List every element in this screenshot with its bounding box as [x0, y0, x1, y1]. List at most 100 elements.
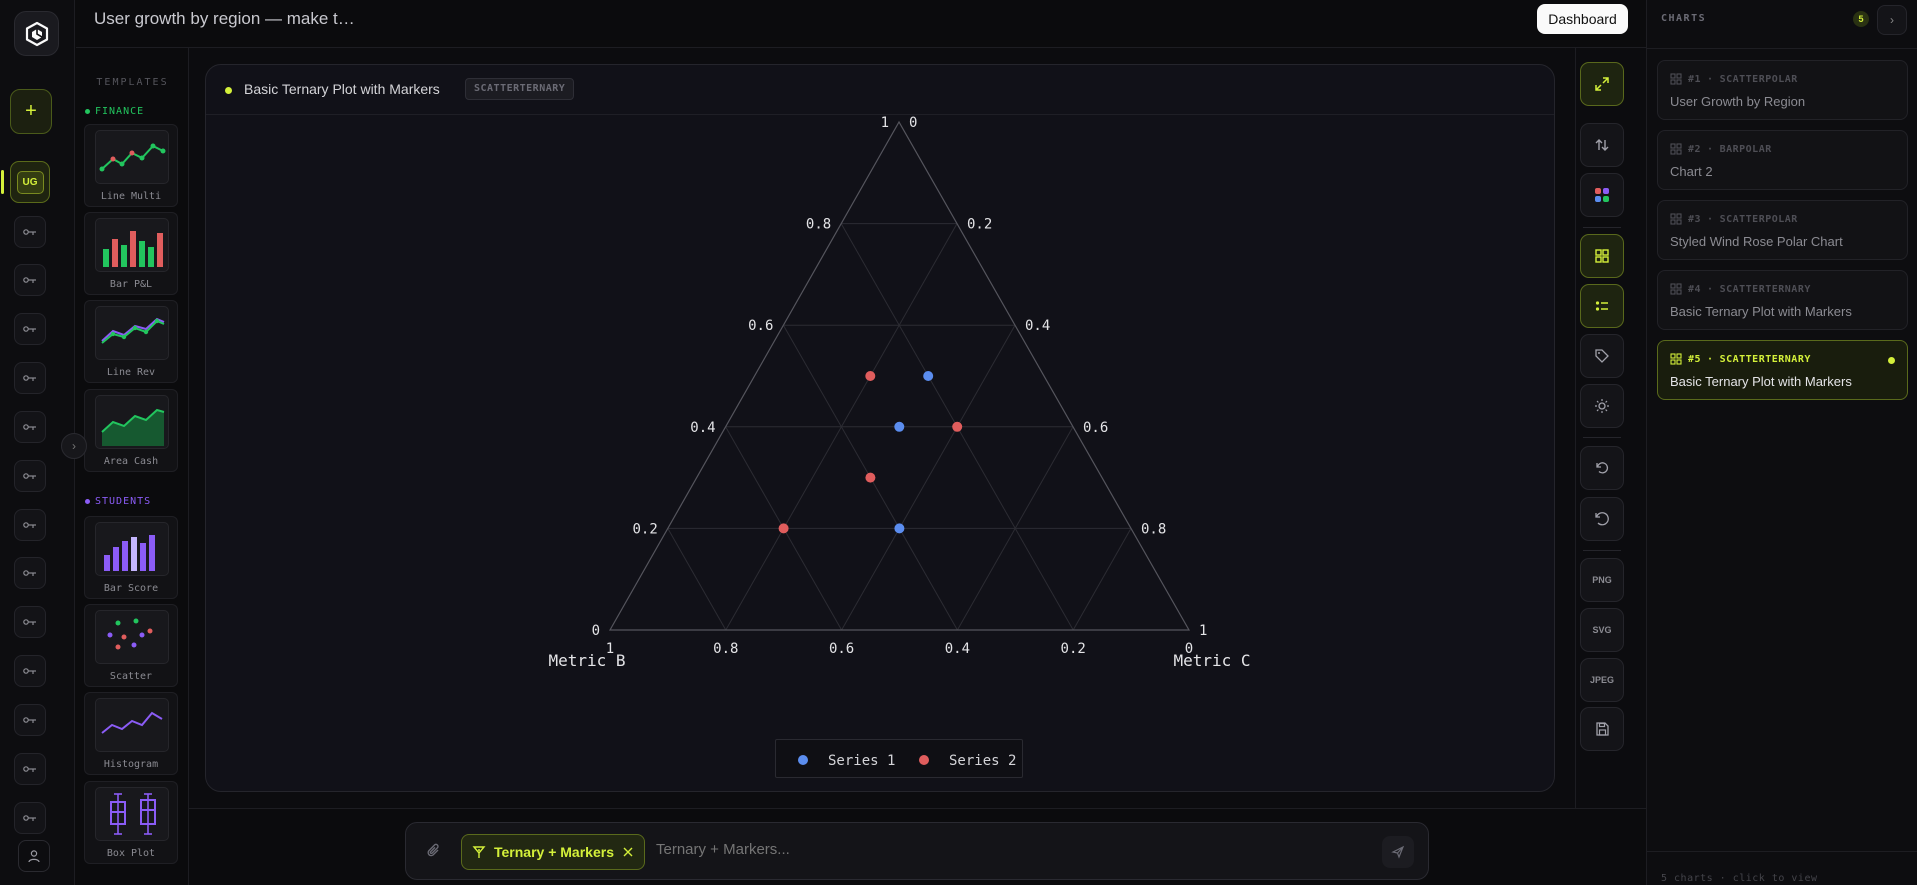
chart-list-item[interactable]: #2 · BARPOLAR Chart 2	[1657, 130, 1908, 190]
legend-toggle-button[interactable]	[1580, 284, 1624, 328]
c-axis-tick: 0.8	[1141, 521, 1166, 537]
chart-list-item[interactable]: #3 · SCATTERPOLAR Styled Wind Rose Polar Ch…	[1657, 200, 1908, 260]
legend-marker[interactable]	[919, 755, 929, 765]
divider	[1647, 48, 1917, 49]
tools-divider	[1583, 227, 1621, 228]
chart-list-item[interactable]: #4 · SCATTERTERNARY Basic Ternary Plot with…	[1657, 270, 1908, 330]
undo-icon	[1596, 462, 1609, 474]
b-axis-title: Metric B	[548, 651, 625, 670]
chart-item-meta: #3 · SCATTERPOLAR	[1670, 213, 1798, 225]
chart-type-icon	[472, 846, 486, 858]
charts-panel-title: CHARTS	[1661, 13, 1707, 24]
chart-item-type: BARPOLAR	[1719, 143, 1772, 155]
separator: ·	[1707, 213, 1714, 225]
c-axis-tick: 0	[909, 115, 917, 131]
export-svg-label: SVG	[1592, 625, 1612, 635]
series-2-point	[952, 421, 963, 432]
prompt-input[interactable]	[656, 841, 1256, 858]
a-axis-tick: 0.4	[690, 420, 715, 436]
series-1-point	[894, 421, 905, 432]
undo-button[interactable]	[1580, 446, 1624, 490]
tag-icon	[1595, 349, 1609, 363]
palette-icon	[1595, 188, 1609, 202]
b-axis-tick: 0.4	[945, 641, 970, 657]
grid-icon	[1670, 353, 1682, 365]
labels-button[interactable]	[1580, 334, 1624, 378]
sun-icon	[1595, 399, 1609, 413]
grid-icon	[1670, 73, 1682, 85]
c-axis-tick: 1	[1199, 623, 1207, 639]
ternary-outline	[608, 120, 1191, 631]
export-jpeg-label: JPEG	[1589, 675, 1614, 685]
chart-item-meta: #5 · SCATTERTERNARY	[1670, 353, 1811, 365]
chart-item-number: #4	[1688, 283, 1702, 295]
series-2-point	[778, 523, 789, 534]
attach-button[interactable]	[426, 842, 442, 865]
send-button[interactable]	[1382, 836, 1414, 868]
active-indicator	[1888, 357, 1895, 364]
legend-label[interactable]: Series 2	[949, 753, 1016, 769]
a-axis-tick: 0.6	[748, 318, 773, 334]
chart-item-name: Chart 2	[1670, 164, 1713, 179]
chart-item-name: Basic Ternary Plot with Markers	[1670, 304, 1852, 319]
legend-icon	[1595, 301, 1608, 311]
legend-label[interactable]: Series 1	[828, 753, 895, 769]
color-palette-button[interactable]	[1580, 173, 1624, 217]
chart-item-number: #1	[1688, 73, 1702, 85]
legend-marker[interactable]	[798, 755, 808, 765]
expand-icon	[1595, 77, 1609, 91]
template-chip[interactable]: Ternary + Markers	[461, 834, 645, 870]
swap-icon	[1595, 139, 1609, 151]
paperclip-icon	[427, 843, 439, 857]
charts-footer: 5 charts · click to view	[1661, 873, 1818, 884]
close-icon[interactable]	[622, 846, 634, 858]
prompt-box: Ternary + Markers	[405, 822, 1429, 880]
grid-icon	[1670, 213, 1682, 225]
collapse-panel-button[interactable]: ›	[1877, 5, 1907, 35]
chart-item-type: SCATTERPOLAR	[1719, 213, 1798, 225]
theme-button[interactable]	[1580, 384, 1624, 428]
export-jpeg-button[interactable]: JPEG	[1580, 658, 1624, 702]
fullscreen-button[interactable]	[1580, 62, 1624, 106]
b-axis-tick: 0.2	[1061, 641, 1086, 657]
chart-item-name: User Growth by Region	[1670, 94, 1806, 109]
c-axis-title: Metric C	[1173, 651, 1250, 670]
chart-item-meta: #4 · SCATTERTERNARY	[1670, 283, 1811, 295]
expand-sidebar-button[interactable]: ›	[61, 433, 87, 459]
chart-item-type: SCATTERTERNARY	[1719, 283, 1811, 295]
chart-item-number: #2	[1688, 143, 1702, 155]
grid-line-b	[667, 528, 727, 631]
chart-item-meta: #1 · SCATTERPOLAR	[1670, 73, 1798, 85]
export-png-label: PNG	[1592, 575, 1612, 585]
save-icon	[1596, 722, 1609, 736]
a-axis-tick: 1	[881, 115, 889, 131]
chart-item-type: SCATTERPOLAR	[1719, 73, 1798, 85]
charts-count-badge: 5	[1853, 11, 1869, 27]
chart-item-type: SCATTERTERNARY	[1719, 353, 1811, 365]
separator: ·	[1707, 353, 1714, 365]
tools-divider	[1583, 437, 1621, 438]
grid-toggle-button[interactable]	[1580, 234, 1624, 278]
b-axis-tick: 0.8	[713, 641, 738, 657]
a-axis-tick: 0	[592, 623, 600, 639]
swap-axes-button[interactable]	[1580, 123, 1624, 167]
series-2-point	[865, 371, 876, 381]
chart-legend: Series 1 Series 2	[775, 739, 1023, 778]
save-button[interactable]	[1580, 707, 1624, 751]
c-axis-tick: 0.2	[967, 217, 992, 233]
series-1-point	[923, 371, 934, 381]
chart-item-number: #3	[1688, 213, 1702, 225]
divider	[1647, 851, 1917, 852]
template-chip-label: Ternary + Markers	[494, 844, 614, 860]
grid-icon	[1670, 283, 1682, 295]
grid-icon	[1595, 249, 1609, 263]
grid-line-c	[1072, 528, 1132, 631]
chart-list-item[interactable]: #5 · SCATTERTERNARY Basic Ternary Plot with…	[1657, 340, 1908, 400]
separator: ·	[1707, 143, 1714, 155]
export-svg-button[interactable]: SVG	[1580, 608, 1624, 652]
c-axis-tick: 0.6	[1083, 420, 1108, 436]
reset-button[interactable]	[1580, 497, 1624, 541]
export-png-button[interactable]: PNG	[1580, 558, 1624, 602]
chart-list-item[interactable]: #1 · SCATTERPOLAR User Growth by Region	[1657, 60, 1908, 120]
a-axis-tick: 0.8	[806, 217, 831, 233]
